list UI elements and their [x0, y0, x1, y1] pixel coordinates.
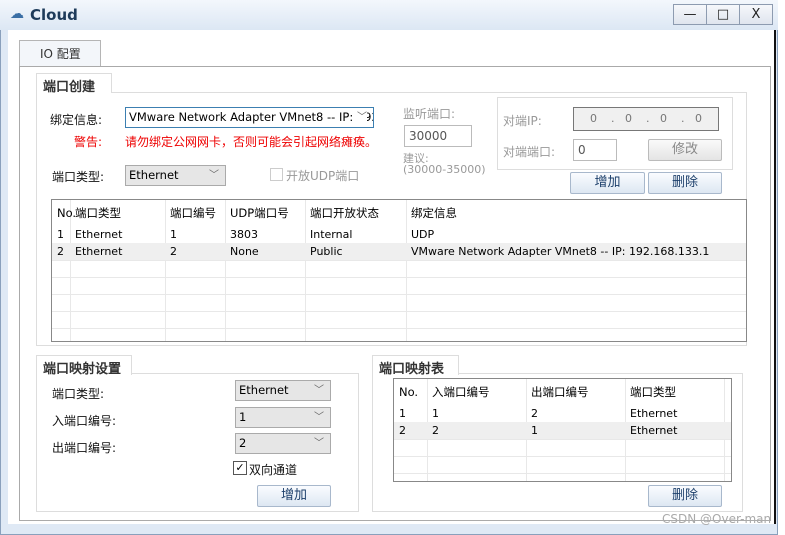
- add-port-button[interactable]: 增加: [570, 172, 645, 194]
- bind-info-value: VMware Network Adapter VMnet8 -- IP: 192…: [129, 110, 374, 124]
- delete-port-button[interactable]: 删除: [648, 172, 722, 194]
- table-cell: Internal: [310, 228, 353, 241]
- column-header[interactable]: 端口编号: [165, 205, 216, 222]
- map-port-type-value: Ethernet: [239, 383, 289, 397]
- row-divider: [52, 328, 746, 329]
- mapping-settings-title: 端口映射设置: [36, 355, 132, 377]
- open-udp-label: 开放UDP端口: [286, 169, 360, 183]
- table-cell: Ethernet: [630, 424, 678, 437]
- table-row[interactable]: [52, 226, 746, 243]
- out-port-select[interactable]: 2 ﹀: [235, 433, 331, 454]
- chevron-down-icon: ﹀: [314, 412, 324, 423]
- ip-octet-3: 0: [660, 112, 667, 125]
- port-type-value: Ethernet: [129, 168, 179, 182]
- chevron-down-icon: ﹀: [209, 170, 219, 181]
- table-cell: 2: [170, 245, 177, 258]
- chevron-down-icon: ﹀: [355, 108, 367, 127]
- ip-octet-4: 0: [695, 112, 702, 125]
- port-type-select[interactable]: Ethernet ﹀: [125, 165, 226, 186]
- table-cell: 1: [432, 407, 439, 420]
- ip-octet-1: 0: [590, 112, 597, 125]
- column-header[interactable]: 端口类型: [70, 205, 121, 222]
- bidirectional-label: 双向通道: [249, 463, 298, 477]
- table-cell: 1: [170, 228, 177, 241]
- table-cell: VMware Network Adapter VMnet8 -- IP: 192…: [411, 245, 710, 258]
- port-creation-title: 端口创建: [36, 73, 112, 95]
- table-row[interactable]: [394, 405, 731, 422]
- table-cell: 2: [432, 424, 439, 437]
- out-port-label: 出端口编号:: [52, 441, 117, 455]
- table-row[interactable]: [394, 422, 731, 439]
- peer-ip-input[interactable]: 0. 0. 0. 0: [573, 107, 719, 131]
- in-port-label: 入端口编号:: [52, 414, 117, 428]
- peer-port-input[interactable]: 0: [573, 139, 617, 161]
- table-cell: 2: [399, 424, 406, 437]
- modify-button[interactable]: 修改: [648, 139, 722, 161]
- watermark: CSDN @Over-man: [662, 512, 772, 526]
- peer-port-label: 对端端口:: [503, 145, 556, 159]
- port-table: No. 端口类型 端口编号 UDP端口号 端口开放状态 绑定信息 1 Ethernet 1 380…: [51, 199, 747, 342]
- row-divider: [52, 311, 746, 312]
- open-udp-checkbox[interactable]: [270, 168, 283, 181]
- title-bar[interactable]: ☁ Cloud — □ X: [0, 0, 778, 30]
- minimize-button[interactable]: —: [673, 4, 707, 25]
- table-cell: 2: [531, 407, 538, 420]
- row-divider: [52, 277, 746, 278]
- window-title: Cloud: [30, 6, 78, 24]
- row-divider: [52, 260, 746, 261]
- bidirectional-checkbox[interactable]: ✓: [233, 461, 247, 475]
- chevron-down-icon: ﹀: [314, 385, 324, 396]
- table-cell: Ethernet: [75, 228, 123, 241]
- table-cell: Ethernet: [75, 245, 123, 258]
- table-cell: Ethernet: [630, 407, 678, 420]
- ip-octet-2: 0: [625, 112, 632, 125]
- table-cell: 1: [531, 424, 538, 437]
- cloud-app-icon: ☁: [10, 6, 24, 22]
- row-divider: [394, 456, 731, 457]
- warning-label: 警告:: [74, 135, 103, 149]
- table-cell: 1: [57, 228, 64, 241]
- column-header[interactable]: No.: [394, 384, 418, 401]
- table-cell: UDP: [411, 228, 435, 241]
- column-header[interactable]: UDP端口号: [225, 205, 289, 222]
- delete-mapping-button[interactable]: 删除: [648, 485, 722, 507]
- column-header[interactable]: 出端口编号: [526, 384, 589, 401]
- chevron-down-icon: ﹀: [314, 438, 324, 449]
- tab-io-config[interactable]: IO 配置: [19, 40, 101, 67]
- column-header[interactable]: 端口开放状态: [305, 205, 379, 222]
- listen-port-label: 监听端口:: [403, 107, 456, 121]
- peer-ip-label: 对端IP:: [503, 114, 542, 128]
- add-mapping-button[interactable]: 增加: [257, 485, 331, 507]
- row-divider: [394, 439, 731, 440]
- table-cell: Public: [310, 245, 343, 258]
- out-port-value: 2: [239, 436, 247, 450]
- column-header[interactable]: 端口类型: [625, 384, 676, 401]
- bind-info-label: 绑定信息:: [50, 113, 103, 127]
- bind-info-select[interactable]: VMware Network Adapter VMnet8 -- IP: 192…: [125, 107, 374, 128]
- mapping-table-title: 端口映射表: [372, 355, 459, 377]
- table-cell: 2: [57, 245, 64, 258]
- table-cell: None: [230, 245, 259, 258]
- close-button[interactable]: X: [739, 4, 773, 25]
- row-divider: [394, 473, 731, 474]
- row-divider: [52, 294, 746, 295]
- maximize-button[interactable]: □: [706, 4, 740, 25]
- map-port-type-select[interactable]: Ethernet ﹀: [235, 380, 331, 401]
- in-port-select[interactable]: 1 ﹀: [235, 407, 331, 428]
- in-port-value: 1: [239, 410, 247, 424]
- table-cell: 1: [399, 407, 406, 420]
- column-header[interactable]: 绑定信息: [406, 205, 457, 222]
- table-cell: 3803: [230, 228, 258, 241]
- port-type-label: 端口类型:: [52, 170, 105, 184]
- listen-port-input[interactable]: 30000: [404, 125, 472, 147]
- map-port-type-label: 端口类型:: [52, 387, 105, 401]
- warning-text: 请勿绑定公网网卡，否则可能会引起网络瘫痪。: [125, 135, 378, 149]
- column-header[interactable]: 入端口编号: [427, 384, 490, 401]
- suggest-range: (30000-35000): [403, 163, 486, 176]
- mapping-table: No. 入端口编号 出端口编号 端口类型 1 1 2 Ethernet 2 2 1 Ethernet: [393, 378, 732, 482]
